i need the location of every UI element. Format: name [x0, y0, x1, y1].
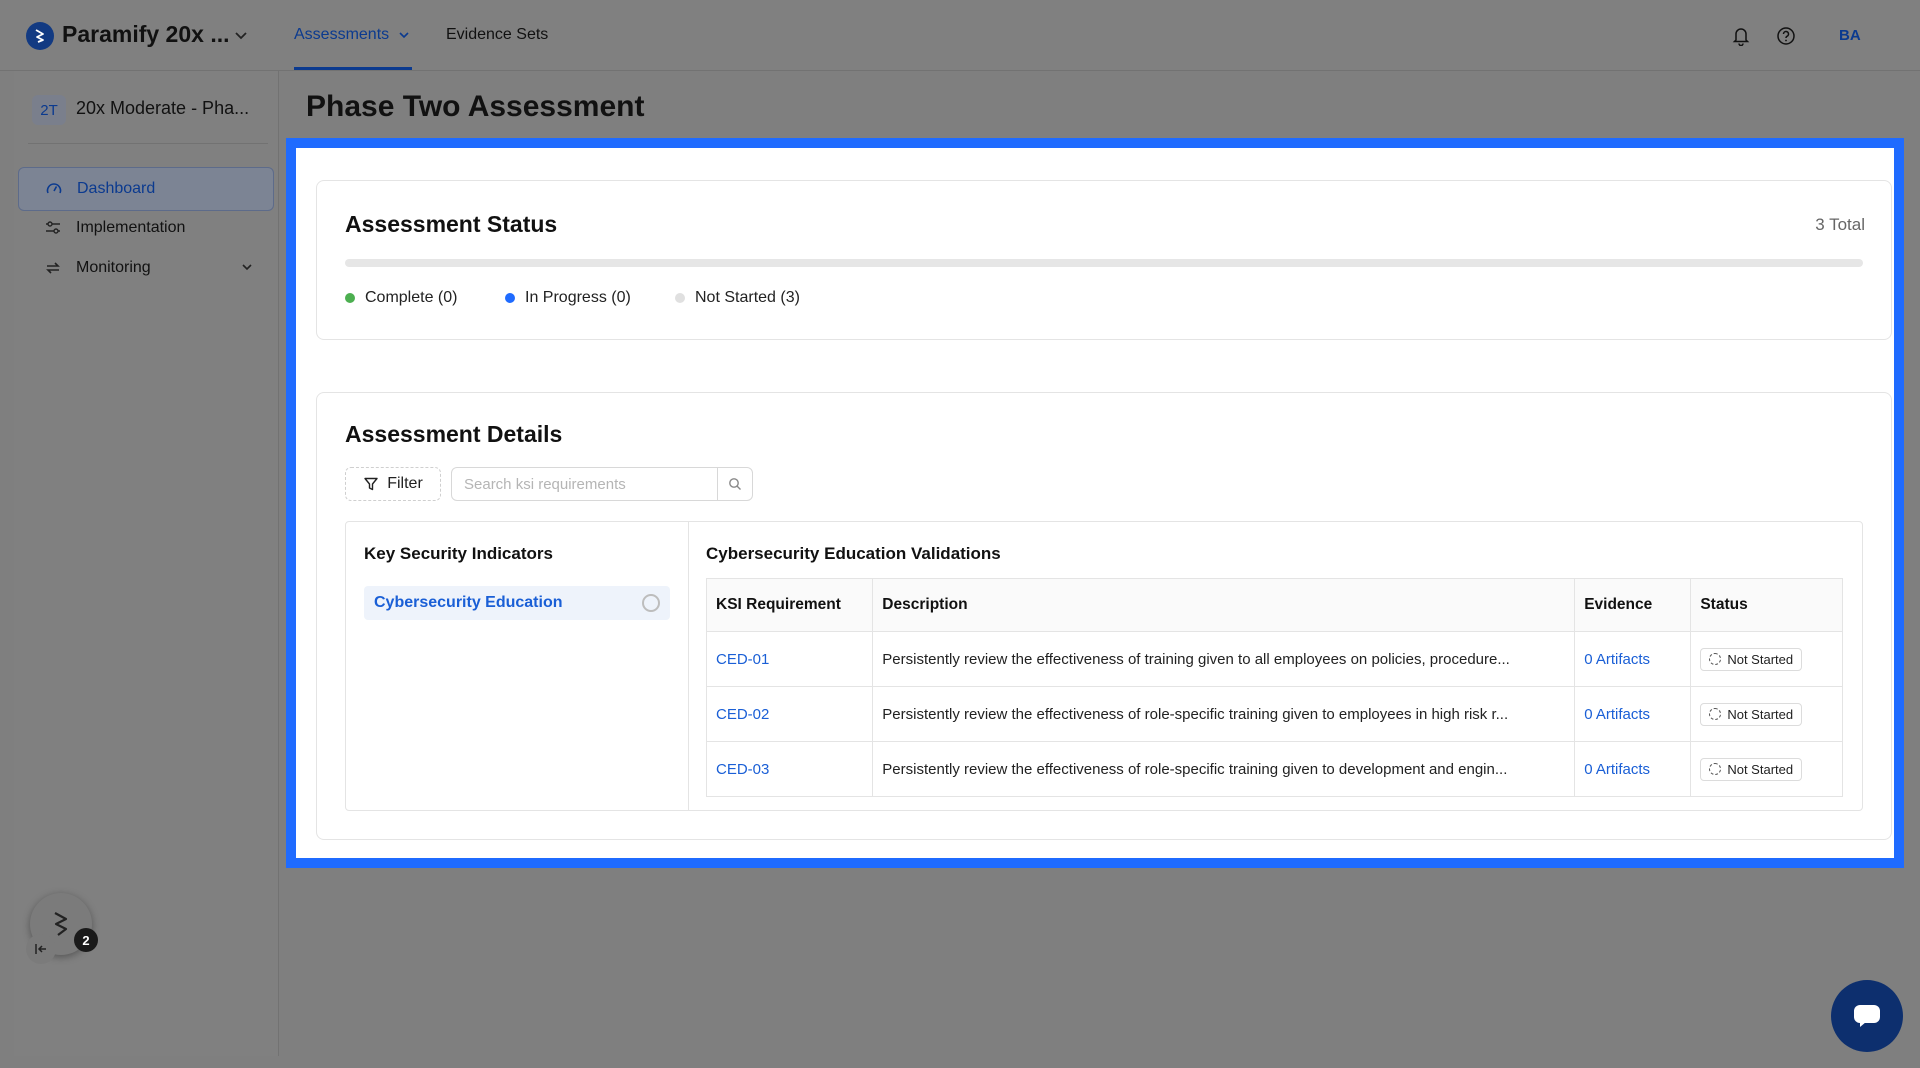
status-label: Not Started [1727, 651, 1794, 667]
not-started-icon [1709, 708, 1722, 720]
status-label: Not Started [1727, 706, 1794, 722]
nav-assessments[interactable]: Assessments [294, 26, 410, 44]
collapse-sidebar-button[interactable] [26, 934, 56, 964]
evidence-artifacts-link[interactable]: 0 Artifacts [1584, 651, 1650, 668]
page-title: Phase Two Assessment [306, 90, 645, 123]
search-box [451, 467, 753, 501]
requirement-description: Persistently review the effectiveness of… [872, 686, 1576, 742]
validations-heading: Cybersecurity Education Validations [706, 544, 1001, 563]
requirement-description: Persistently review the effectiveness of… [872, 631, 1576, 687]
ksi-item-cybersecurity-education[interactable]: Cybersecurity Education [364, 586, 670, 620]
column-header[interactable]: Description [872, 578, 1576, 632]
status-progress-bar [345, 259, 1863, 267]
sidebar-item-monitoring[interactable]: Monitoring [18, 247, 272, 289]
filter-label: Filter [387, 475, 423, 492]
chat-support-button[interactable] [1831, 980, 1903, 1052]
table-row[interactable]: CED-02 Persistently review the effective… [705, 686, 1843, 742]
sidebar-item-label: Dashboard [77, 180, 156, 197]
column-header[interactable]: Status [1690, 578, 1843, 632]
column-header[interactable]: Evidence [1574, 578, 1692, 632]
top-navigation-bar: Paramify 20x ... Assessments Evidence Se… [0, 0, 1920, 71]
legend-dot [505, 293, 515, 303]
details-content-frame: Key Security Indicators Cybersecurity Ed… [345, 521, 1863, 811]
ksi-item-label: Cybersecurity Education [374, 594, 563, 611]
gauge-icon [45, 180, 65, 198]
status-badge: Not Started [1700, 647, 1803, 671]
table-header-row: KSI Requirement Description Evidence Sta… [705, 578, 1843, 632]
status-badge: Not Started [1700, 702, 1803, 726]
project-badge: 2T [32, 95, 66, 125]
paramify-logo-icon[interactable] [26, 22, 54, 50]
sliders-icon [44, 219, 64, 237]
ksi-panel: Key Security Indicators Cybersecurity Ed… [346, 522, 689, 810]
sidebar-item-implementation[interactable]: Implementation [18, 207, 272, 249]
legend-complete: Complete (0) [345, 289, 457, 307]
table-row[interactable]: CED-01 Persistently review the effective… [705, 631, 1843, 687]
column-header[interactable]: KSI Requirement [705, 578, 874, 632]
search-button[interactable] [717, 468, 752, 500]
chevron-down-icon [399, 32, 409, 38]
legend-label: In Progress (0) [525, 289, 631, 306]
sync-icon [44, 259, 64, 277]
sidebar-item-label: Monitoring [76, 259, 151, 276]
progress-ring-icon [642, 594, 660, 612]
legend-label: Complete (0) [365, 289, 458, 306]
section-title: Assessment Status [345, 211, 558, 237]
chevron-down-icon[interactable] [240, 260, 254, 279]
not-started-icon [1709, 653, 1722, 665]
legend-label: Not Started (3) [695, 289, 800, 306]
chat-icon [1854, 1005, 1880, 1027]
ksi-requirement-link[interactable]: CED-02 [716, 706, 769, 723]
legend-dot [345, 293, 355, 303]
status-label: Not Started [1727, 761, 1794, 777]
active-tab-indicator [294, 67, 412, 70]
paramify-logo-icon [54, 912, 68, 936]
divider [28, 143, 268, 144]
not-started-icon [1709, 763, 1722, 775]
filter-button[interactable]: Filter [345, 467, 441, 501]
nav-assessments-label: Assessments [294, 26, 390, 43]
evidence-artifacts-link[interactable]: 0 Artifacts [1584, 706, 1650, 723]
bell-icon[interactable] [1732, 26, 1750, 51]
search-icon [729, 478, 741, 490]
notification-count-badge: 2 [74, 928, 98, 952]
requirement-description: Persistently review the effectiveness of… [872, 741, 1576, 797]
user-avatar[interactable]: BA [1839, 27, 1861, 44]
sidebar-item-label: Implementation [76, 219, 186, 236]
help-icon[interactable] [1776, 26, 1796, 51]
legend-not-started: Not Started (3) [675, 289, 800, 307]
assessment-details-card: Assessment Details Filter Key Security I… [316, 392, 1892, 840]
workspace-chevron-down-icon[interactable] [232, 26, 250, 49]
nav-evidence-sets[interactable]: Evidence Sets [446, 26, 548, 44]
sidebar-item-dashboard[interactable]: Dashboard [18, 167, 274, 211]
ksi-requirement-link[interactable]: CED-03 [716, 761, 769, 778]
assessment-status-card: Assessment Status 3 Total Complete (0) I… [316, 180, 1892, 340]
evidence-artifacts-link[interactable]: 0 Artifacts [1584, 761, 1650, 778]
filter-icon [364, 477, 378, 491]
total-count: 3 Total [1815, 215, 1865, 234]
search-input[interactable] [452, 468, 717, 500]
collapse-left-icon [35, 944, 46, 954]
ksi-heading: Key Security Indicators [364, 544, 553, 563]
assessment-content-panel: Assessment Status 3 Total Complete (0) I… [286, 138, 1904, 868]
status-badge: Not Started [1700, 757, 1803, 781]
project-name[interactable]: 20x Moderate - Pha... [76, 98, 249, 119]
workspace-name[interactable]: Paramify 20x ... [62, 21, 230, 48]
sidebar: 2T 20x Moderate - Pha... Dashboard Imple… [14, 71, 279, 1056]
legend-in-progress: In Progress (0) [505, 289, 631, 307]
ksi-requirement-link[interactable]: CED-01 [716, 651, 769, 668]
validations-table: KSI Requirement Description Evidence Sta… [705, 578, 1843, 797]
legend-dot [675, 293, 685, 303]
table-row[interactable]: CED-03 Persistently review the effective… [705, 741, 1843, 797]
section-title: Assessment Details [345, 421, 563, 447]
